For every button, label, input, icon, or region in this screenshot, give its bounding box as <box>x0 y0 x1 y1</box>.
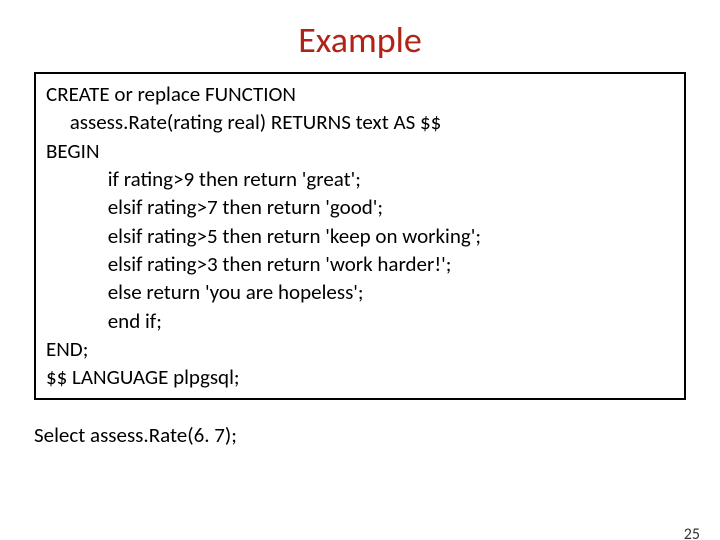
code-line: if rating>9 then return 'great'; <box>46 166 361 192</box>
code-line: $$ LANGUAGE plpgsql; <box>46 364 240 390</box>
code-block: CREATE or replace FUNCTION assess.Rate(r… <box>34 72 686 400</box>
code-line: elsif rating>3 then return 'work harder!… <box>46 251 451 277</box>
slide-title: Example <box>0 18 720 62</box>
code-line: CREATE or replace FUNCTION <box>46 81 296 107</box>
code-line: else return 'you are hopeless'; <box>46 279 364 305</box>
code-line: elsif rating>7 then return 'good'; <box>46 194 383 220</box>
code-line: end if; <box>46 308 162 334</box>
code-line: BEGIN <box>46 138 100 164</box>
code-line: END; <box>46 336 88 362</box>
query-line: Select assess.Rate(6. 7); <box>34 422 686 448</box>
slide: Example CREATE or replace FUNCTION asses… <box>0 18 720 540</box>
code-line: elsif rating>5 then return 'keep on work… <box>46 223 481 249</box>
code-line: assess.Rate(rating real) RETURNS text AS… <box>46 109 441 135</box>
page-number: 25 <box>684 525 700 540</box>
